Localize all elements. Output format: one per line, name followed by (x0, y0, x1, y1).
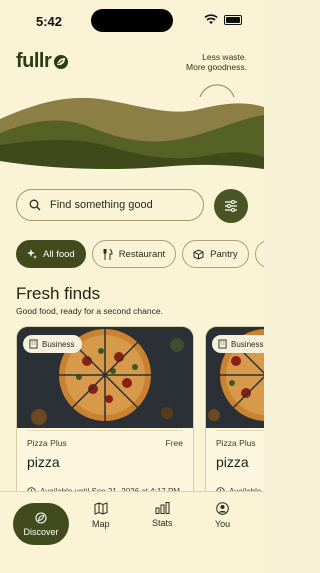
vendor-name: Pizza Plus (27, 438, 67, 448)
price-label: Free (165, 438, 183, 448)
status-time: 5:42 (36, 14, 63, 29)
brand-logo: fullr (16, 50, 69, 73)
chip-label: All food (43, 248, 75, 260)
status-bar: 5:42 (0, 0, 264, 40)
nav-stats[interactable]: Stats (152, 502, 173, 528)
chip-pantry[interactable]: Pantry (182, 240, 249, 268)
fork-knife-icon (103, 248, 113, 260)
nav-discover[interactable]: Discover (13, 503, 69, 545)
section-subtitle: Good food, ready for a second chance. (16, 306, 163, 316)
hills-illustration (0, 84, 264, 175)
chip-business[interactable]: B (254, 240, 264, 268)
sparkle-icon (27, 249, 37, 259)
card-divider (216, 430, 264, 431)
tagline-line-1: Less waste. (202, 52, 247, 62)
sliders-icon (225, 200, 237, 212)
business-badge: Business (212, 335, 264, 353)
filter-button[interactable] (214, 189, 248, 223)
discover-icon (35, 511, 47, 524)
app-screen: 5:42 fullr Less waste. More goodness. Fi… (0, 0, 264, 573)
category-chips: All food Restaurant Pantry B (16, 240, 264, 268)
nav-you[interactable]: You (215, 502, 230, 529)
item-name: pizza (27, 454, 60, 470)
nav-map[interactable]: Map (92, 502, 110, 529)
card-divider (27, 430, 183, 431)
dynamic-island (91, 9, 173, 32)
nav-label: Map (92, 519, 110, 529)
food-photo: Business (206, 327, 264, 428)
badge-label: Business (42, 339, 75, 349)
stats-icon (155, 502, 170, 514)
building-icon (218, 339, 227, 349)
building-icon (29, 339, 38, 349)
chip-restaurant[interactable]: Restaurant (91, 240, 177, 268)
battery-icon (224, 15, 242, 25)
chip-label: Pantry (210, 248, 238, 260)
tagline-line-2: More goodness. (186, 62, 247, 72)
search-icon (29, 199, 41, 211)
nav-label: Discover (23, 526, 59, 537)
box-icon (193, 248, 204, 260)
item-name: pizza (216, 454, 249, 470)
search-input[interactable] (48, 198, 202, 212)
chip-label: Restaurant (118, 248, 166, 260)
bottom-nav: Discover Map Stats You (0, 491, 264, 573)
nav-label: Stats (152, 518, 173, 528)
tagline: Less waste. More goodness. (186, 52, 247, 72)
chip-all-food[interactable]: All food (16, 240, 86, 268)
leaf-logo-icon (54, 54, 69, 69)
badge-label: Business (231, 339, 264, 349)
brand-name: fullr (16, 50, 52, 72)
vendor-name: Pizza Plus (216, 438, 256, 448)
nav-label: You (215, 519, 231, 529)
search-field[interactable] (16, 189, 204, 221)
profile-icon (216, 502, 229, 515)
section-title: Fresh finds (16, 284, 101, 303)
map-icon (94, 502, 108, 515)
wifi-icon (204, 14, 218, 24)
business-badge: Business (23, 335, 83, 353)
food-photo: Business (17, 327, 193, 428)
